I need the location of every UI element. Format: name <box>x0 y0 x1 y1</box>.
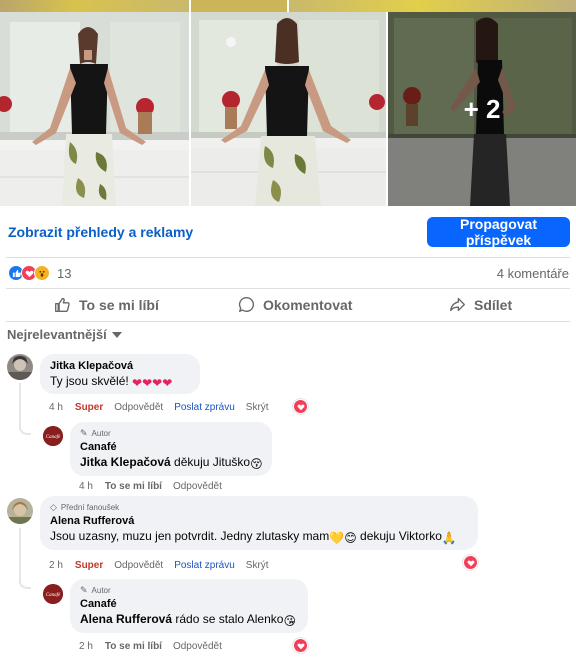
post-photo-3[interactable]: + 2 <box>388 12 576 206</box>
like-label: To se mi líbí <box>79 296 159 313</box>
reply-button[interactable]: Odpovědět <box>114 560 163 571</box>
comment-author[interactable]: Alena Rufferová <box>50 515 468 527</box>
thread-connector <box>19 579 31 589</box>
sort-label: Nejrelevantnější <box>7 327 107 342</box>
author-badge: ✎ Autor <box>80 428 111 438</box>
hide-button[interactable]: Skrýt <box>246 402 269 413</box>
more-photos-overlay[interactable]: + 2 <box>388 12 576 206</box>
share-label: Sdílet <box>474 296 513 313</box>
super-reaction-button[interactable]: Super <box>75 560 103 571</box>
hide-button[interactable]: Skrýt <box>246 560 269 571</box>
heart-reaction-icon[interactable] <box>293 638 308 653</box>
comment-sort-dropdown[interactable]: Nejrelevantnější <box>7 327 122 342</box>
comment-time[interactable]: 2 h <box>49 560 63 571</box>
comment-text: Jsou uzasny, muzu jen potvrdit. Jedny zl… <box>50 529 457 545</box>
reply-meta: 4 h To se mi líbí Odpovědět <box>79 481 233 492</box>
author-badge: ✎ Autor <box>80 585 111 595</box>
heart-reaction-icon[interactable] <box>293 399 308 414</box>
heart-reaction-icon[interactable] <box>463 555 478 570</box>
pencil-icon: ✎ <box>80 428 88 438</box>
send-message-button[interactable]: Poslat zprávu <box>174 560 235 571</box>
comment-time[interactable]: 4 h <box>49 402 63 413</box>
post-photo-1[interactable] <box>0 12 189 206</box>
comment-button[interactable]: Okomentovat <box>238 296 352 313</box>
reply-time[interactable]: 2 h <box>79 641 93 652</box>
like-button[interactable]: To se mi líbí <box>54 296 159 313</box>
reply-text: Jitka Klepačová děkuju Jituško😚 <box>80 455 263 471</box>
thread-line <box>19 383 21 429</box>
thumbs-up-icon <box>55 297 70 312</box>
post-photo-2[interactable] <box>191 12 386 206</box>
thread-line <box>19 528 21 584</box>
comment-bubble: ◇ Přední fanoušek Alena Rufferová Jsou uz… <box>40 496 478 550</box>
previous-photo-row <box>0 0 576 12</box>
share-button[interactable]: Sdílet <box>449 296 512 313</box>
like-reply-button[interactable]: To se mi líbí <box>105 641 162 652</box>
like-reply-button[interactable]: To se mi líbí <box>105 481 162 492</box>
divider <box>6 257 570 258</box>
comment-label: Okomentovat <box>263 296 353 313</box>
comment-text: Ty jsou skvělé! ❤❤❤❤ <box>50 374 173 390</box>
reply-time[interactable]: 4 h <box>79 481 93 492</box>
svg-text:Canafé: Canafé <box>46 593 61 598</box>
reply-button[interactable]: Odpovědět <box>114 402 163 413</box>
emoji-icon: 😚 <box>250 457 263 471</box>
avatar[interactable] <box>7 354 33 380</box>
chevron-down-icon <box>111 331 122 338</box>
reply-text: Alena Rufferová rádo se stalo Alenko😘 <box>80 612 296 628</box>
photo-grid: + 2 <box>0 12 576 206</box>
divider <box>6 321 570 322</box>
mention-link[interactable]: Alena Rufferová <box>80 612 172 626</box>
comment-bubble-icon <box>238 297 255 312</box>
boost-post-button[interactable]: Propagovat příspěvek <box>427 216 570 248</box>
canafe-avatar[interactable]: Canafé <box>43 426 63 446</box>
thread-connector <box>19 425 31 435</box>
super-reaction-button[interactable]: Super <box>75 402 103 413</box>
send-message-button[interactable]: Poslat zprávu <box>174 402 235 413</box>
reply-bubble: ✎ Autor Canafé Jitka Klepačová děkuju Jit… <box>70 422 272 476</box>
share-arrow-icon <box>450 297 465 312</box>
svg-text:Canafé: Canafé <box>46 435 61 440</box>
reply-bubble: ✎ Autor Canafé Alena Rufferová rádo se st… <box>70 579 308 633</box>
reactions-summary[interactable]: 13 <box>8 265 71 281</box>
diamond-icon: ◇ <box>50 502 57 512</box>
comment-bubble: Jitka Klepačová Ty jsou skvělé! ❤❤❤❤ <box>40 354 200 394</box>
pencil-icon: ✎ <box>80 585 88 595</box>
reaction-count: 13 <box>57 265 72 281</box>
comment-meta: 2 h Super Odpovědět Poslat zprávu Skrýt <box>49 560 280 571</box>
view-insights-link[interactable]: Zobrazit přehledy a reklamy <box>8 224 193 240</box>
yellow-heart-emoji: 💛 <box>329 531 345 545</box>
reply-button[interactable]: Odpovědět <box>173 481 222 492</box>
comment-author[interactable]: Jitka Klepačová <box>50 360 190 372</box>
comment-meta: 4 h Super Odpovědět Poslat zprávu Skrýt <box>49 402 280 413</box>
mention-link[interactable]: Jitka Klepačová <box>80 455 171 469</box>
smile-emoji: 😊 <box>344 531 357 545</box>
more-photos-count: + 2 <box>463 93 501 124</box>
canafe-avatar[interactable]: Canafé <box>43 584 63 604</box>
reply-meta: 2 h To se mi líbí Odpovědět <box>79 641 233 652</box>
reply-author[interactable]: Canafé <box>80 441 262 453</box>
reply-author[interactable]: Canafé <box>80 598 298 610</box>
reply-button[interactable]: Odpovědět <box>173 641 222 652</box>
hearts-emoji: ❤❤❤❤ <box>132 376 173 390</box>
wow-icon <box>34 265 50 281</box>
pray-emoji: 🙏 <box>441 531 457 545</box>
avatar[interactable] <box>7 498 33 524</box>
top-fan-badge: ◇ Přední fanoušek <box>50 502 120 512</box>
divider <box>6 288 570 289</box>
emoji-icon: 😘 <box>283 614 296 628</box>
comments-count-link[interactable]: 4 komentáře <box>497 266 569 281</box>
